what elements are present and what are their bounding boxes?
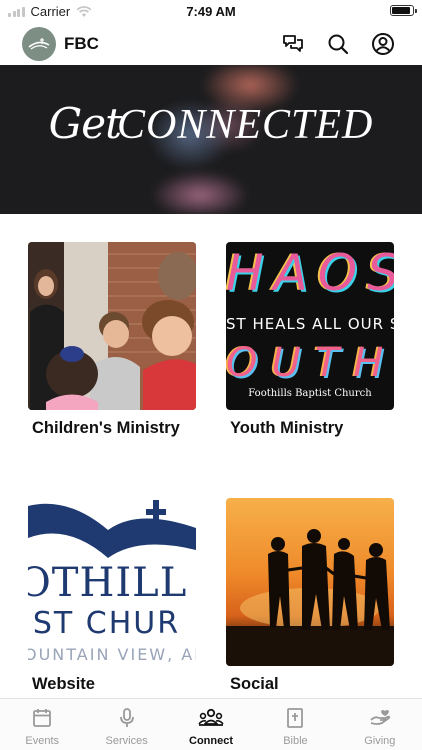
card-label: Social [230, 675, 279, 693]
tab-giving[interactable]: Giving [338, 699, 422, 750]
tab-events[interactable]: Events [0, 699, 84, 750]
chat-icon[interactable] [281, 32, 305, 56]
account-icon[interactable] [371, 32, 395, 56]
tab-label: Events [25, 735, 60, 747]
tab-label: Giving [364, 735, 396, 747]
bottom-tab-bar: Events Services Connect Bible Giving [0, 698, 422, 750]
card-social[interactable]: Social [226, 498, 394, 693]
social-image [226, 498, 394, 666]
card-website[interactable]: OTHILL IST CHUR OUNTAIN VIEW, AR Website [28, 498, 196, 693]
card-label: Children's Ministry [32, 419, 180, 437]
status-bar: Carrier 7:49 AM [0, 0, 422, 22]
tab-services[interactable]: Services [84, 699, 168, 750]
card-label: Youth Ministry [230, 419, 344, 437]
giving-hand-icon [370, 710, 390, 725]
youth-ministry-image: HAOS ST HEALS ALL OUR S OUTH Foothills B… [226, 242, 394, 410]
card-label: Website [32, 675, 95, 693]
website-logo-location: OUNTAIN VIEW, AR [28, 645, 196, 664]
card-youth-ministry[interactable]: HAOS ST HEALS ALL OUR S OUTH Foothills B… [226, 242, 394, 437]
app-header: FBC [0, 24, 422, 64]
battery-icon [390, 5, 417, 16]
church-logo-icon[interactable] [22, 27, 56, 61]
calendar-icon [33, 709, 52, 727]
youth-graphic-chaos: HAOS [226, 244, 394, 302]
microphone-icon [119, 708, 134, 727]
tab-label: Connect [189, 735, 234, 747]
banner-title-script: Get [48, 99, 122, 148]
youth-graphic-youth: OUTH [226, 340, 394, 386]
church-mountain-logo-icon [28, 500, 196, 558]
tab-bible[interactable]: Bible [253, 699, 337, 750]
childrens-ministry-image [28, 242, 196, 410]
tab-label: Bible [283, 735, 308, 747]
search-icon[interactable] [326, 32, 350, 56]
card-childrens-ministry[interactable]: Children's Ministry [28, 242, 196, 437]
tab-connect[interactable]: Connect [169, 699, 253, 750]
status-time: 7:49 AM [186, 4, 236, 19]
bible-icon [287, 708, 304, 728]
website-logo-subtitle: IST CHUR [28, 606, 181, 641]
people-icon [198, 708, 224, 726]
youth-graphic-caption: Foothills Baptist Church [248, 388, 372, 399]
banner-title: GetCONNECTED [0, 99, 422, 149]
website-image: OTHILL IST CHUR OUNTAIN VIEW, AR [28, 498, 196, 666]
youth-graphic-tagline: ST HEALS ALL OUR S [226, 315, 394, 333]
banner-title-serif: CONNECTED [116, 102, 374, 148]
website-logo-name: OTHILL [28, 560, 188, 606]
battery-fill [392, 7, 411, 14]
app-title: FBC [64, 34, 99, 53]
get-connected-banner: GetCONNECTED [0, 65, 422, 214]
tab-label: Services [105, 735, 148, 747]
